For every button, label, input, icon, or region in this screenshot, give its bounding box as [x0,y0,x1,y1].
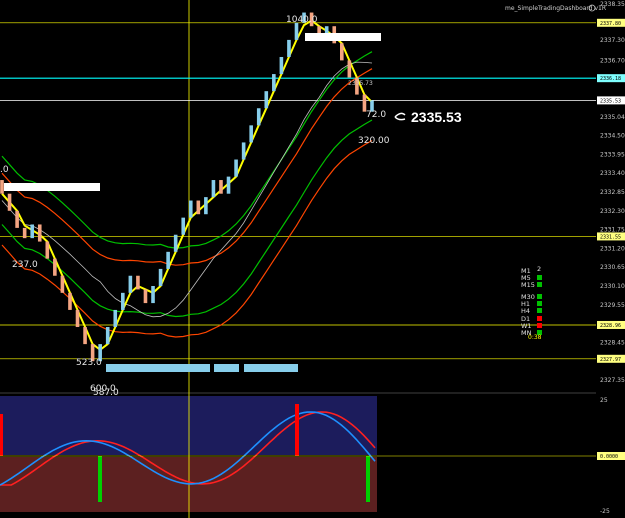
price-axis-label: 2327.35 [600,377,625,384]
price-axis-label: 2333.40 [600,170,625,177]
price-axis-label: 2332.30 [600,208,625,215]
price-bar [204,197,208,215]
price-bar [188,200,193,218]
price-bar [15,210,19,228]
price-axis-label: 2329.55 [600,302,625,309]
price-bar [173,234,178,252]
price-bar [226,176,231,194]
timeframe-label: M15 [521,281,535,289]
price-axis-label: 2338.35 [600,1,625,8]
price-axis-label: 2336.18 [600,76,621,82]
timeframe-status-box [537,294,542,299]
level-tag-text: 2335.73 [348,80,373,87]
price-bar [272,74,276,92]
price-bar [7,193,12,211]
price-bar [158,268,163,286]
price-axis-label: 2334.50 [600,133,625,140]
price-axis-label: 2337.80 [600,21,621,27]
price-axis-label: 2335.53 [600,98,621,104]
price-bar [37,224,42,242]
price-bar [128,275,133,293]
volume-blocks [106,364,298,372]
price-bar [256,108,261,126]
timeframe-status-box [537,308,542,313]
price-axis-label: 2328.45 [600,339,625,346]
price-bar [22,227,27,239]
price-axis-label: 2331.55 [600,234,621,240]
annotation-523: 523.0 [76,358,102,368]
price-bar [181,217,186,235]
price-bar [121,292,125,310]
timeframe-status-box [537,316,542,321]
timeframe-status-box [537,275,542,280]
current-price-label: 2335.53 [411,109,462,125]
price-bar [151,286,155,304]
price-bar [75,309,80,328]
price-bar [279,56,284,75]
price-bar [0,180,4,194]
osc-signal-bar [0,414,3,456]
price-bar [30,224,35,239]
price-bar [45,241,50,259]
price-axis-label: 2328.96 [600,323,621,329]
price-axis-label: 2330.65 [600,264,625,271]
price-bar [105,327,110,345]
price-bar [249,125,253,143]
osc-zero-label: 0.0000 [600,454,618,460]
trading-chart[interactable]: 1040.0 237.0 523.0 600.0 587.0 320.00 .0… [0,0,625,518]
price-bar [211,180,216,198]
price-bar [294,22,299,40]
timeframe-status-box [537,282,542,287]
price-axis-label: 2336.70 [600,57,625,64]
price-axis-label: 2333.95 [600,151,625,158]
osc-signal-bar [98,456,102,502]
zone-box-right [305,33,381,41]
price-bar [339,43,344,61]
price-bar [83,327,87,345]
price-bar [196,200,201,215]
price-bar [287,39,291,57]
price-bar [136,275,140,290]
osc-signal-bar [366,456,370,502]
osc-signal-bar [295,404,299,456]
annotation-72: 72.0 [366,110,386,120]
osc-axis-top: 25 [600,397,608,404]
annotation-587: 587.0 [93,388,119,398]
volume-block [106,364,210,372]
timeframe-label: H4 [521,307,530,315]
price-bar [347,60,352,78]
timeframe-value: 2 [537,265,541,273]
annotation-320: 320.00 [358,136,390,146]
price-axis-label: 2337.30 [600,37,625,44]
price-axis-label: 2331.20 [600,245,625,252]
annotation-dot0: .0 [0,165,9,175]
price-axis-label: 2335.04 [600,114,625,121]
price-bar [60,275,65,293]
osc-axis-bottom: -25 [600,508,610,515]
price-axis-label: 2327.97 [600,357,621,363]
price-bar [166,251,170,269]
annotation-237: 237.0 [12,260,38,270]
zone-box-left [4,183,100,191]
price-axis-label: 2330.10 [600,283,625,290]
annotation-1040: 1040.0 [286,15,318,25]
price-bar [113,309,118,328]
volume-block [222,364,239,372]
price-bar [53,258,57,276]
bar-timer: 0:38 [528,334,542,341]
price-bar [241,142,246,160]
price-axis-label: 2332.85 [600,189,625,196]
price-bar [68,292,72,310]
price-bar [143,289,148,304]
timeframe-status-box [537,323,542,328]
volume-block [244,364,298,372]
price-bar [219,180,223,194]
timeframe-status-box [537,301,542,306]
price-bar [234,159,238,177]
osc-top-bg [0,396,377,455]
price-bar [264,91,269,109]
